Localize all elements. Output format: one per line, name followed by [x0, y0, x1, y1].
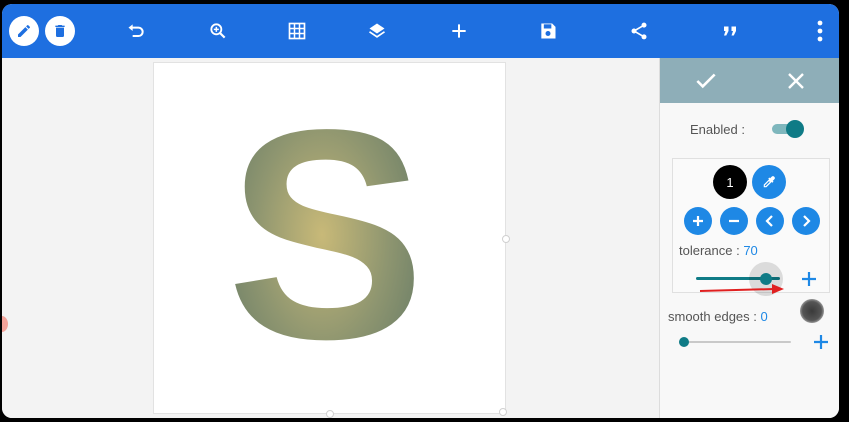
check-icon [696, 73, 716, 88]
enabled-label: Enabled : [690, 122, 745, 137]
eyedropper-icon [763, 176, 775, 188]
touch-cursor [800, 299, 824, 323]
plus-icon [802, 272, 816, 286]
pencil-button[interactable] [4, 4, 44, 58]
share-button[interactable] [619, 4, 659, 58]
tolerance-value: 70 [743, 243, 758, 258]
app-screen: S Enabled : 1 tolerance: 70 smooth edge… [2, 4, 839, 418]
chevron-right-icon [803, 215, 811, 227]
minus-icon [729, 219, 739, 223]
more-vert-icon [817, 20, 823, 42]
quote-button[interactable] [710, 4, 750, 58]
plus-icon [693, 216, 703, 226]
layers-button[interactable] [357, 4, 397, 58]
pencil-icon [9, 16, 39, 46]
drawing-canvas[interactable]: S [153, 62, 510, 418]
add-color-button[interactable] [684, 207, 712, 235]
magic-wand-panel: Enabled : 1 tolerance: 70 smooth edges … [659, 58, 839, 418]
toggle-knob [786, 120, 804, 138]
add-button[interactable] [439, 4, 479, 58]
chevron-left-icon [765, 215, 773, 227]
trash-icon [45, 16, 75, 46]
zoom-in-icon [210, 23, 226, 39]
smooth-edges-label-text: smooth edges : [668, 309, 761, 324]
add-icon [452, 24, 466, 38]
smooth-edges-thumb[interactable] [679, 337, 689, 347]
letter-graphic: S [227, 68, 426, 401]
enabled-toggle[interactable] [772, 120, 804, 138]
edge-handle[interactable] [2, 316, 8, 332]
remove-color-button[interactable] [720, 207, 748, 235]
more-options-button[interactable] [800, 4, 839, 58]
zoom-in-button[interactable] [198, 4, 238, 58]
previous-color-button[interactable] [756, 207, 784, 235]
tolerance-increase-button[interactable] [799, 269, 819, 289]
undo-button[interactable] [116, 4, 156, 58]
smooth-edges-slider[interactable] [679, 328, 791, 358]
panel-header [660, 58, 839, 103]
grid-button[interactable] [277, 4, 317, 58]
letter-s: S [227, 68, 426, 401]
color-index-button[interactable]: 1 [713, 165, 747, 199]
tolerance-label: tolerance : 70 [679, 243, 758, 258]
smooth-edges-increase-button[interactable] [811, 332, 831, 352]
color-index-label: 1 [726, 174, 734, 190]
top-toolbar [2, 4, 839, 58]
delete-button[interactable] [40, 4, 80, 58]
grid-icon [288, 22, 306, 40]
share-icon [631, 22, 647, 40]
next-color-button[interactable] [792, 207, 820, 235]
pointer-arrow-annotation [699, 284, 784, 294]
quote-icon [724, 26, 736, 36]
smooth-edges-value: 0 [760, 309, 768, 324]
save-icon [541, 23, 556, 39]
save-button[interactable] [528, 4, 568, 58]
undo-icon [128, 24, 144, 37]
tolerance-label-text: tolerance : [679, 243, 744, 258]
layers-icon [369, 23, 385, 38]
plus-icon [814, 335, 828, 349]
canvas-handle-right[interactable] [502, 235, 510, 243]
cancel-button[interactable] [771, 58, 821, 103]
workspace: S [2, 58, 659, 418]
canvas-handle-bottom[interactable] [326, 410, 334, 418]
confirm-button[interactable] [681, 58, 731, 103]
smooth-edges-track [679, 341, 791, 343]
color-picker-button[interactable] [752, 165, 786, 199]
smooth-edges-label: smooth edges : 0 [668, 309, 768, 324]
canvas-handle-corner[interactable] [499, 408, 507, 416]
close-icon [788, 72, 804, 89]
